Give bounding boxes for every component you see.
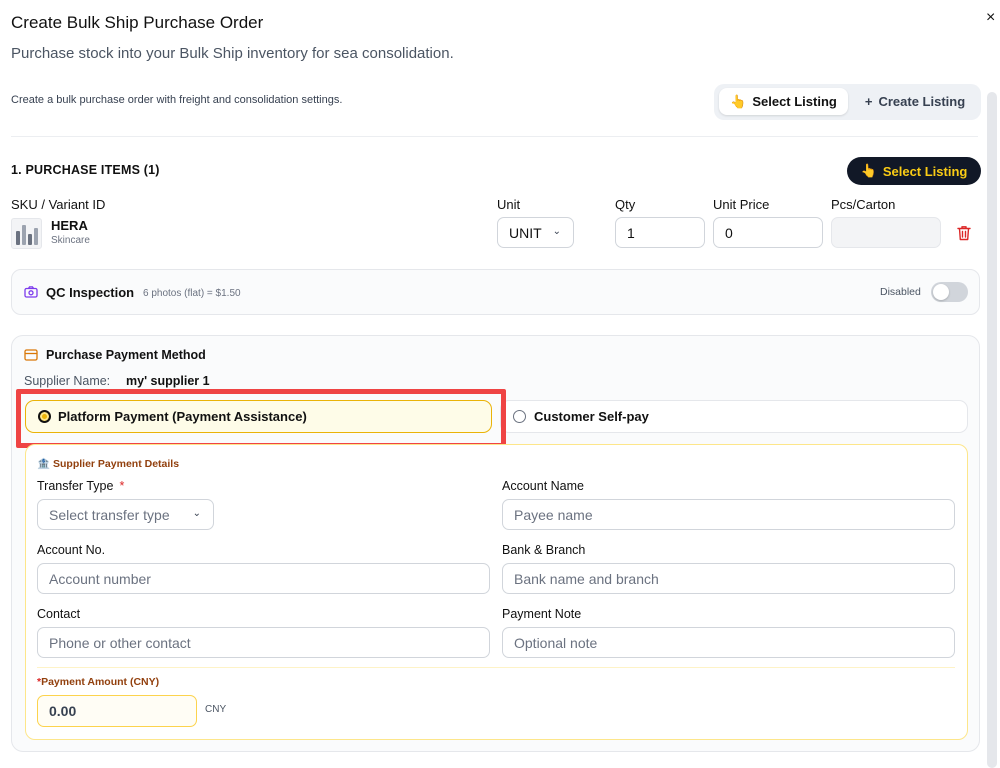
payment-method-title: Purchase Payment Method	[46, 348, 206, 362]
scrollbar[interactable]	[987, 92, 997, 768]
chevron-down-icon: ⌄	[552, 226, 561, 237]
create-listing-tab-label: Create Listing	[878, 94, 966, 109]
customer-self-pay-option[interactable]: Customer Self-pay	[500, 400, 968, 433]
unit-column-label: Unit	[497, 197, 521, 212]
credit-card-icon	[24, 349, 38, 361]
transfer-type-placeholder: Select transfer type	[49, 506, 170, 523]
select-listing-tab[interactable]: 👆 Select Listing	[719, 88, 848, 115]
qc-status-label: Disabled	[880, 286, 921, 298]
sku-column-label: SKU / Variant ID	[11, 197, 106, 212]
unit-price-column-label: Unit Price	[713, 197, 770, 212]
select-listing-button[interactable]: 👆 Select Listing	[847, 157, 981, 185]
select-listing-tab-label: Select Listing	[752, 94, 837, 109]
radio-unselected-icon	[513, 410, 526, 423]
payment-note-input[interactable]: Optional note	[502, 627, 955, 658]
plus-icon: +	[864, 94, 873, 109]
supplier-payment-details-title: 🏦 Supplier Payment Details	[37, 458, 180, 470]
unit-select-value: UNIT	[509, 224, 542, 241]
pointer-hand-icon: 👆	[730, 93, 747, 109]
payment-amount-input[interactable]: 0.00	[37, 695, 197, 727]
highlight-box	[16, 389, 506, 448]
page-description: Create a bulk purchase order with freigh…	[11, 94, 343, 106]
qc-toggle[interactable]	[931, 282, 968, 302]
required-mark: *	[119, 479, 125, 493]
qc-inspection-note: 6 photos (flat) = $1.50	[143, 288, 241, 299]
divider	[37, 667, 955, 668]
contact-input[interactable]: Phone or other contact	[37, 627, 490, 658]
supplier-name-value: my' supplier 1	[126, 374, 210, 388]
divider	[11, 136, 978, 137]
unit-select[interactable]: UNIT ⌄	[497, 217, 574, 248]
pointer-hand-icon: 👆	[860, 163, 877, 178]
create-listing-tab[interactable]: + Create Listing	[855, 88, 975, 115]
bank-icon: 🏦	[37, 458, 51, 470]
payment-amount-unit: CNY	[205, 704, 227, 715]
product-category: Skincare	[51, 235, 90, 246]
pcs-carton-input[interactable]	[831, 217, 941, 248]
payment-note-label: Payment Note	[502, 607, 582, 621]
account-no-input[interactable]: Account number	[37, 563, 490, 594]
transfer-type-select[interactable]: Select transfer type ⌄	[37, 499, 214, 530]
page-title: Create Bulk Ship Purchase Order	[11, 13, 264, 32]
qty-column-label: Qty	[615, 197, 636, 212]
supplier-name-label: Supplier Name:	[24, 374, 111, 388]
account-name-input[interactable]: Payee name	[502, 499, 955, 530]
contact-label: Contact	[37, 607, 81, 621]
account-name-label: Account Name	[502, 479, 584, 493]
payment-amount-label: *Payment Amount (CNY)	[37, 676, 160, 688]
unit-price-input[interactable]: 0	[713, 217, 823, 248]
qty-input[interactable]: 1	[615, 217, 705, 248]
product-thumbnail	[11, 218, 42, 249]
bank-branch-label: Bank & Branch	[502, 543, 586, 557]
pcs-carton-column-label: Pcs/Carton	[831, 197, 896, 212]
product-name: HERA	[51, 218, 88, 233]
chevron-down-icon: ⌄	[192, 508, 201, 519]
trash-icon[interactable]	[957, 225, 971, 241]
select-listing-button-label: Select Listing	[882, 163, 968, 179]
qc-inspection-title: QC Inspection	[46, 285, 135, 300]
purchase-items-title: 1. PURCHASE ITEMS (1)	[11, 163, 160, 177]
camera-icon	[24, 286, 38, 298]
account-no-label: Account No.	[37, 543, 106, 557]
close-icon[interactable]: ×	[986, 9, 995, 27]
bank-branch-input[interactable]: Bank name and branch	[502, 563, 955, 594]
page-subtitle: Purchase stock into your Bulk Ship inven…	[11, 45, 454, 62]
customer-self-pay-label: Customer Self-pay	[534, 409, 649, 424]
transfer-type-label: Transfer Type *	[37, 479, 125, 493]
